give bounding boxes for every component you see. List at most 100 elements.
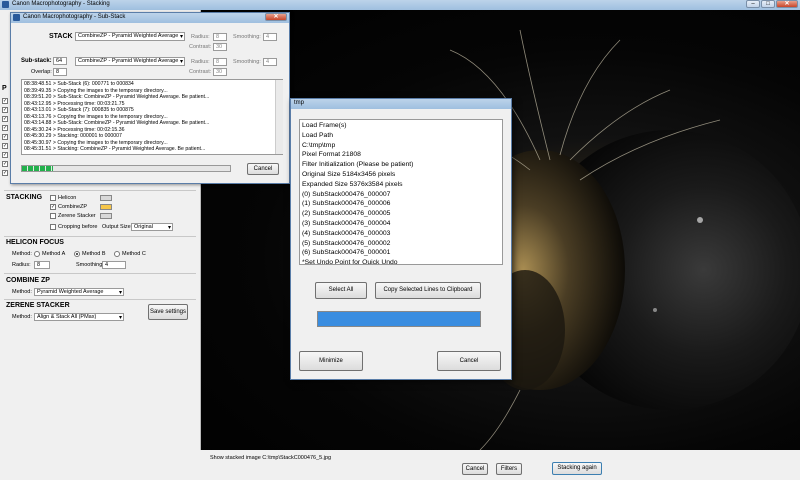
left-checkbox-3[interactable]: ✓ (2, 116, 8, 122)
combinezp-checkbox[interactable]: ✓ (50, 204, 56, 210)
main-window-title: Canon Macrophotography - Stacking (12, 1, 110, 7)
main-titlebar: Canon Macrophotography - Stacking – □ ✕ (0, 0, 800, 10)
helicon-radius-field[interactable]: 8 (34, 261, 50, 269)
output-size-label: Output Size: (102, 224, 133, 230)
method-b-radio[interactable] (74, 251, 80, 257)
output-line: Pixel Format 21808 (302, 151, 361, 159)
helicon-smoothing-field[interactable]: 4 (102, 261, 126, 269)
smoothing-field[interactable]: 4 (263, 33, 277, 41)
stacking-again-button[interactable]: Stacking again (552, 462, 602, 475)
close-button[interactable]: ✕ (776, 0, 798, 8)
left-checkbox-1[interactable]: ✓ (2, 98, 8, 104)
tmp-title: tmp (294, 100, 305, 106)
method-b-label: Method B (82, 251, 106, 257)
output-line: Expanded Size 5376x3584 pixels (302, 180, 403, 188)
combinezp-label: CombineZP (58, 204, 88, 210)
combine-zp-title: COMBINE ZP (6, 277, 50, 284)
main-cancel-button[interactable]: Cancel (462, 463, 488, 475)
radius-label: Radius: (191, 34, 210, 40)
filters-button[interactable]: Filters (496, 463, 522, 475)
save-settings-button[interactable]: Save settings (148, 304, 188, 320)
zerene-checkbox[interactable] (50, 213, 56, 219)
divider (4, 236, 196, 237)
substack-field[interactable]: 64 (53, 57, 67, 65)
combine-zp-method-label: Method: (12, 289, 32, 295)
radius-field[interactable]: 8 (213, 33, 227, 41)
tmp-progress-fill (318, 312, 480, 326)
substack-cancel-button[interactable]: Cancel (247, 163, 279, 175)
combine-zp-method-select[interactable]: Pyramid Weighted Average (34, 288, 124, 296)
divider (4, 190, 196, 191)
zerene-stacker-title: ZERENE STACKER (6, 302, 70, 309)
output-line: (1) SubStack000476_000006 (302, 200, 391, 208)
method-c-label: Method C (122, 251, 146, 257)
status-text: Show stacked image C:\tmp\StackC000476_5… (210, 455, 332, 461)
zerene-label: Zerene Stacker (58, 213, 96, 219)
method-a-label: Method A (42, 251, 66, 257)
left-checkbox-7[interactable]: ✓ (2, 152, 8, 158)
tmp-titlebar: tmp (291, 99, 511, 109)
output-line: (3) SubStack000476_000004 (302, 219, 391, 227)
output-line: C:\tmp\tmp (302, 141, 336, 149)
smoothing-label: Smoothing: (233, 34, 261, 40)
smoothing2-field[interactable]: 4 (263, 58, 277, 66)
stack-method-select[interactable]: CombineZP - Pyramid Weighted Average (75, 32, 185, 41)
radius2-field[interactable]: 8 (213, 58, 227, 66)
select-all-button[interactable]: Select All (315, 282, 367, 299)
output-line: (6) SubStack000476_000001 (302, 249, 391, 257)
overlap-field[interactable]: 8 (53, 68, 67, 76)
output-line: Load Frame(s) (302, 122, 347, 129)
method-c-radio[interactable] (114, 251, 120, 257)
substack-title: Canon Macrophotography - Sub-Stack (23, 14, 126, 20)
zerene-method-select[interactable]: Align & Stack All (PMax) (34, 313, 124, 321)
left-checkbox-2[interactable]: ✓ (2, 107, 8, 113)
combinezp-toggle[interactable] (100, 204, 112, 210)
method-a-radio[interactable] (34, 251, 40, 257)
radius2-label: Radius: (191, 59, 210, 65)
app-icon (2, 1, 9, 8)
contrast-field[interactable]: 30 (213, 43, 227, 51)
minimize-button[interactable]: – (746, 0, 760, 8)
output-line: (0) SubStack000476_000007 (302, 190, 391, 198)
minimize-dialog-button[interactable]: Minimize (299, 351, 363, 371)
app-icon (13, 14, 20, 21)
zerene-toggle[interactable] (100, 213, 112, 219)
substack-progress-fill (22, 166, 54, 171)
helicon-smoothing-label: Smoothing: (76, 262, 104, 268)
output-line: Load Path (302, 131, 333, 139)
cropping-label: Cropping before (58, 224, 98, 230)
left-checkbox-4[interactable]: ✓ (2, 125, 8, 131)
log-line: 08:45:31.51 > Stacking: CombineZP - Pyra… (24, 146, 206, 152)
cropping-checkbox[interactable] (50, 224, 56, 230)
tmp-output-list[interactable]: Load Frame(s) Load Path C:\tmp\tmp Pixel F… (299, 119, 503, 265)
left-checkbox-9[interactable]: ✓ (2, 170, 8, 176)
maximize-button[interactable]: □ (761, 0, 775, 8)
left-checkbox-6[interactable]: ✓ (2, 143, 8, 149)
output-line: (2) SubStack000476_000005 (302, 210, 391, 218)
overlap-label: Overlap: (31, 69, 52, 75)
output-size-select[interactable]: Original (131, 223, 173, 231)
substack-method-select[interactable]: CombineZP - Pyramid Weighted Average (75, 57, 185, 66)
output-line: (5) SubStack000476_000002 (302, 239, 391, 247)
substack-label: Sub-stack: (21, 58, 52, 64)
substack-close-button[interactable]: ✕ (265, 13, 287, 21)
output-line: *Set Undo Point for Quick Undo (302, 259, 398, 265)
stack-label: STACK (49, 33, 73, 40)
divider (4, 273, 196, 274)
substack-window: Canon Macrophotography - Sub-Stack ✕ STA… (10, 12, 290, 184)
helicon-toggle[interactable] (100, 195, 112, 201)
divider (4, 299, 196, 300)
substack-progress-bar (21, 165, 231, 172)
output-line: (4) SubStack000476_000003 (302, 229, 391, 237)
log-scrollbar[interactable] (275, 80, 283, 154)
tmp-cancel-button[interactable]: Cancel (437, 351, 501, 371)
contrast2-field[interactable]: 30 (213, 68, 227, 76)
helicon-focus-title: HELICON FOCUS (6, 239, 64, 246)
log-textarea[interactable]: 08:38:48.51 > Sub-Stack (6): 000771 to 0… (21, 79, 283, 155)
smoothing2-label: Smoothing: (233, 59, 261, 65)
left-checkbox-5[interactable]: ✓ (2, 134, 8, 140)
copy-selected-button[interactable]: Copy Selected Lines to Clipboard (375, 282, 481, 299)
left-checkbox-8[interactable]: ✓ (2, 161, 8, 167)
helicon-checkbox[interactable] (50, 195, 56, 201)
output-line: Original Size 5184x3456 pixels (302, 170, 396, 178)
